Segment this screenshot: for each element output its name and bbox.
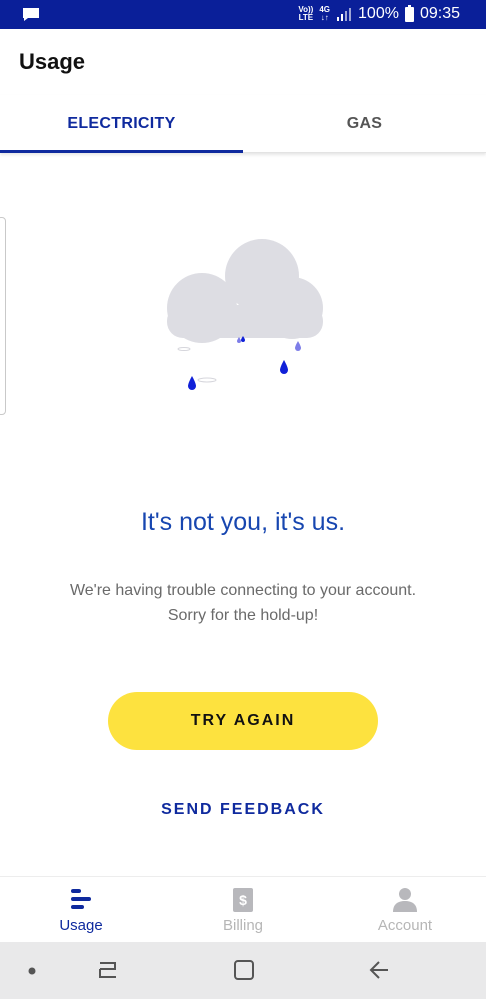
recent-apps-icon[interactable] bbox=[97, 959, 119, 981]
side-drawer-handle[interactable] bbox=[0, 217, 6, 415]
battery-percent: 100% bbox=[358, 5, 399, 22]
error-line-1: We're having trouble connecting to your … bbox=[69, 582, 417, 599]
billing-dollar-icon: $ bbox=[233, 888, 253, 912]
network-indicator: 4G ↓↑ bbox=[319, 5, 331, 22]
puddles bbox=[177, 347, 217, 383]
nav-label-billing: Billing bbox=[222, 917, 264, 934]
system-navigation-bar bbox=[0, 942, 486, 999]
nav-label-usage: Usage bbox=[59, 917, 103, 934]
error-line-2: Sorry for the hold-up! bbox=[167, 607, 319, 624]
home-icon[interactable] bbox=[233, 959, 255, 981]
volte-indicator: Vo)) LTE bbox=[298, 5, 314, 22]
try-again-button[interactable]: TRY AGAIN bbox=[108, 692, 378, 750]
tab-selected-indicator bbox=[0, 150, 243, 153]
dot-icon[interactable] bbox=[28, 967, 36, 975]
back-icon[interactable] bbox=[368, 959, 390, 981]
account-person-icon bbox=[393, 888, 417, 912]
status-bar: Vo)) LTE 4G ↓↑ 100% 09:35 bbox=[0, 0, 486, 29]
battery-icon bbox=[404, 4, 414, 22]
tab-electricity[interactable]: ELECTRICITY bbox=[0, 95, 243, 152]
usage-bars-icon bbox=[71, 889, 91, 909]
nav-label-account: Account bbox=[377, 917, 433, 934]
error-title: It's not you, it's us. bbox=[140, 508, 346, 536]
clock: 09:35 bbox=[419, 5, 460, 22]
message-icon bbox=[23, 8, 39, 21]
tab-bar: ELECTRICITY GAS bbox=[0, 95, 486, 153]
signal-icon bbox=[337, 8, 352, 21]
bottom-navigation: Usage $ Billing Account bbox=[0, 876, 486, 943]
page-title: Usage bbox=[19, 49, 86, 74]
nav-item-usage[interactable]: Usage bbox=[0, 877, 162, 943]
tab-gas[interactable]: GAS bbox=[243, 95, 486, 152]
nav-item-account[interactable]: Account bbox=[324, 877, 486, 943]
rain-cloud-illustration bbox=[167, 239, 323, 390]
svg-text:$: $ bbox=[239, 892, 247, 908]
send-feedback-button[interactable]: SEND FEEDBACK bbox=[130, 794, 356, 826]
cloud-icon bbox=[167, 239, 323, 343]
error-message: We're having trouble connecting to your … bbox=[0, 578, 486, 628]
nav-item-billing[interactable]: $ Billing bbox=[162, 877, 324, 943]
